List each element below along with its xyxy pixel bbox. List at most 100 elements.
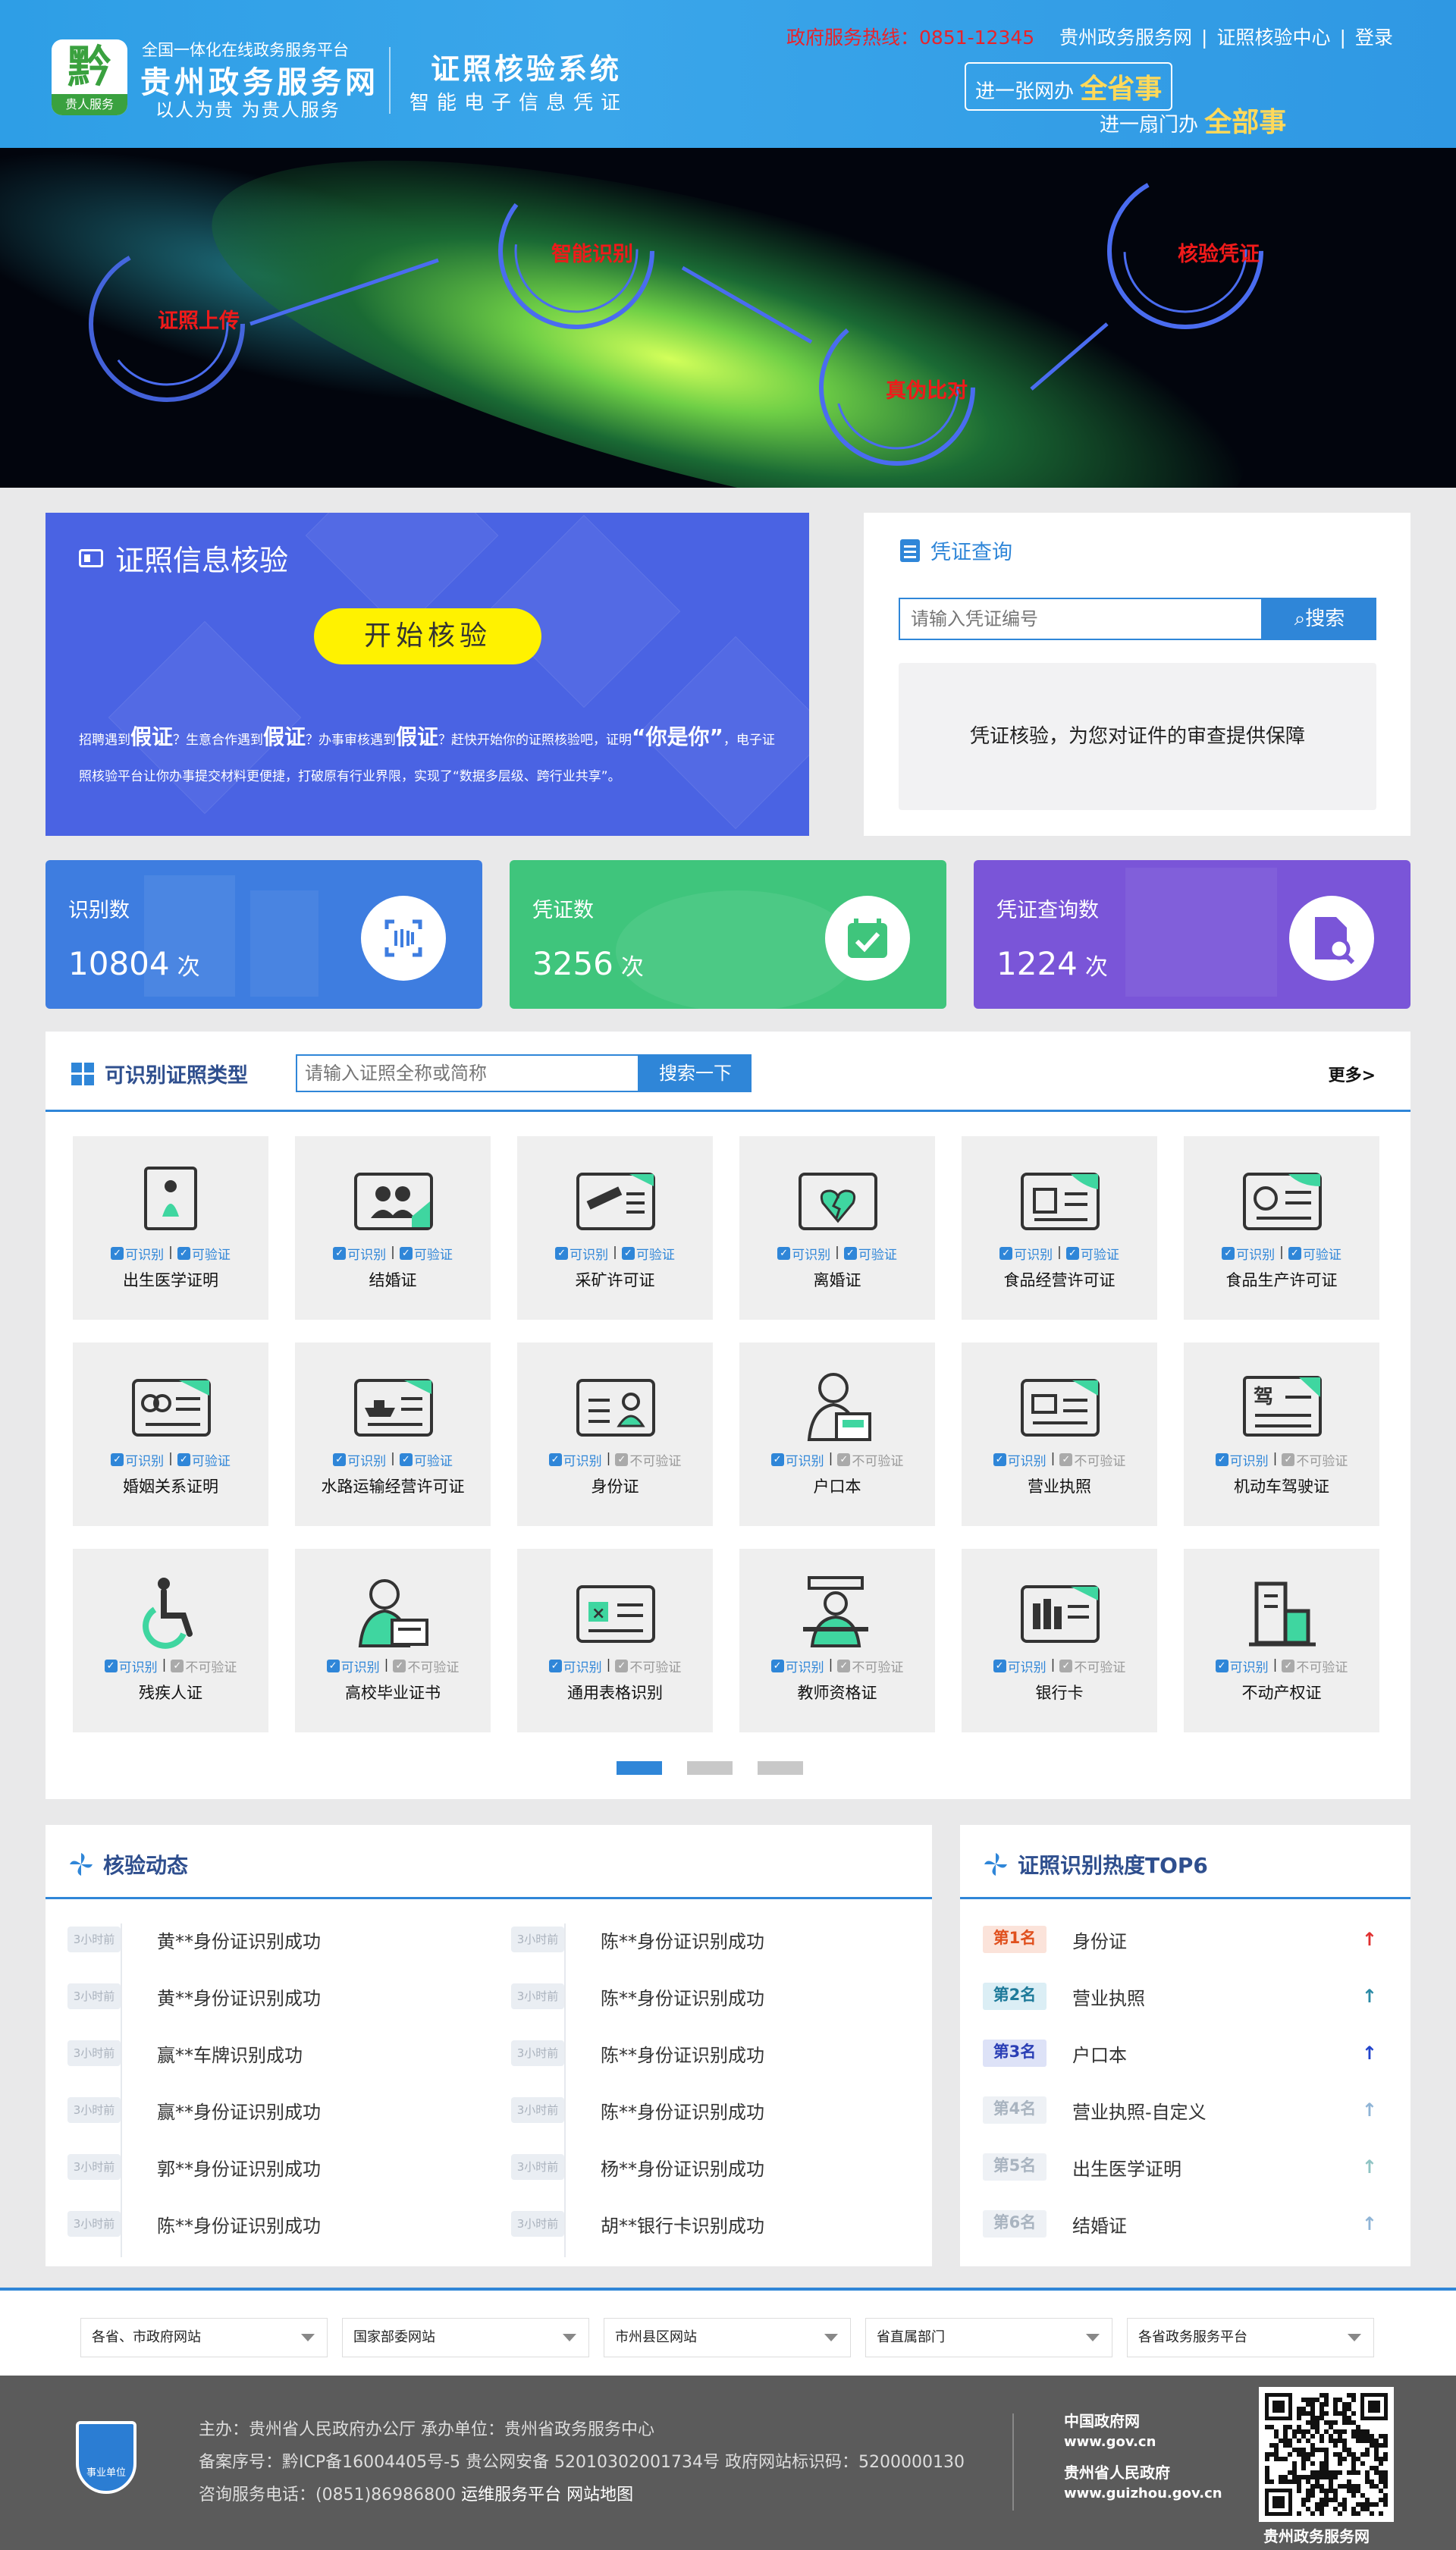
flag-separator: | xyxy=(168,1451,173,1466)
cert-type-card[interactable]: ✓ 可识别 | ✓ 可验证 结婚证 xyxy=(295,1136,491,1320)
flag-label: 可验证 xyxy=(413,1248,453,1263)
rank-badge: 第1名 xyxy=(983,1926,1046,1953)
checkbox-icon: ✓ xyxy=(1215,1453,1228,1466)
carousel-dot[interactable] xyxy=(617,1761,662,1775)
rank-item[interactable]: 第2名 营业执照 ↑ xyxy=(983,1981,1377,2011)
table-icon: × xyxy=(576,1585,655,1643)
cert-type-card[interactable]: ✓ 可识别 | ✓ 不可验证 身份证 xyxy=(517,1343,713,1526)
id-card-icon xyxy=(79,548,103,567)
cert-types-panel: 可识别证照类型 搜索一下 更多> ✓可识别|✓可验证出生医学证明✓可识别|✓可验… xyxy=(46,1032,1410,1799)
cert-type-card[interactable]: × ✓ 可识别 | ✓ 不可验证 通用表格识别 xyxy=(517,1549,713,1732)
link-verify-center[interactable]: 证照核验中心 xyxy=(1216,27,1330,49)
cert-type-search-input[interactable] xyxy=(296,1054,639,1092)
credential-search-button[interactable]: ⌕搜索 xyxy=(1263,598,1376,640)
feed-item: 3小时前 陈**身份证识别成功 xyxy=(511,1924,764,1955)
rank-item[interactable]: 第3名 户口本 ↑ xyxy=(983,2038,1377,2068)
flag-separator: | xyxy=(835,1245,839,1260)
cert-type-card[interactable]: ✓ 可识别 | ✓ 不可验证 教师资格证 xyxy=(739,1549,935,1732)
checkbox-icon: ✓ xyxy=(393,1660,406,1672)
flag-separator: | xyxy=(1057,1245,1062,1260)
flag-separator: | xyxy=(613,1245,617,1260)
cert-type-card[interactable]: ✓ 可识别 | ✓ 可验证 离婚证 xyxy=(739,1136,935,1320)
start-verify-button[interactable]: 开始核验 xyxy=(314,608,541,664)
cert-type-card[interactable]: ✓ 可识别 | ✓ 可验证 水路运输经营许可证 xyxy=(295,1343,491,1526)
flag-separator: | xyxy=(1272,1657,1278,1672)
gov-cn-link[interactable]: 中国政府网 www.gov.cn xyxy=(1064,2410,1156,2453)
select-county-sites[interactable]: 市州县区网站 xyxy=(604,2318,851,2357)
feed-item: 3小时前 陈**身份证识别成功 xyxy=(511,2038,764,2068)
rank-item[interactable]: 第6名 结婚证 ↑ xyxy=(983,2209,1377,2239)
footer-link-bar: 各省、市政府网站 国家部委网站 市州县区网站 省直属部门 各省政务服务平台 xyxy=(0,2288,1456,2376)
ship-icon xyxy=(354,1379,433,1437)
credential-number-input[interactable] xyxy=(899,598,1263,640)
cert-capability-flags: ✓ 可识别 | ✓ 不可验证 xyxy=(962,1657,1157,1675)
rank-item[interactable]: 第1名 身份证 ↑ xyxy=(983,1924,1377,1955)
cert-type-card[interactable]: ✓ 可识别 | ✓ 不可验证 户口本 xyxy=(739,1343,935,1526)
svg-text:驾: 驾 xyxy=(1254,1386,1273,1408)
flag-separator: | xyxy=(606,1451,611,1466)
cert-capability-flags: ✓ 可识别 | ✓ 不可验证 xyxy=(739,1657,935,1675)
cert-type-card[interactable]: ✓ 可识别 | ✓ 可验证 出生医学证明 xyxy=(73,1136,268,1320)
sitemap-link[interactable]: 网站地图 xyxy=(566,2486,633,2504)
verify-description: 招聘遇到假证？生意合作遇到假证？办事审核遇到假证？赶快开始你的证照核验吧，证明“… xyxy=(79,724,775,784)
checkbox-icon: ✓ xyxy=(1282,1453,1295,1466)
verify-panel: 证照信息核验 开始核验 招聘遇到假证？生意合作遇到假证？办事审核遇到假证？赶快开… xyxy=(46,513,809,836)
verifiable-flag: ✓ 不可验证 xyxy=(615,1657,681,1675)
logo-label: 贵人服务 xyxy=(52,94,127,115)
cert-type-card[interactable]: ✓ 可识别 | ✓ 不可验证 残疾人证 xyxy=(73,1549,268,1732)
stat-label: 凭证数 xyxy=(532,899,594,922)
cert-type-card[interactable]: ✓ 可识别 | ✓ 可验证 食品生产许可证 xyxy=(1184,1136,1379,1320)
cert-type-card[interactable]: ✓ 可识别 | ✓ 不可验证 高校毕业证书 xyxy=(295,1549,491,1732)
cert-capability-flags: ✓ 可识别 | ✓ 可验证 xyxy=(295,1244,491,1263)
pinwheel-icon xyxy=(984,1853,1007,1876)
time-tag: 3小时前 xyxy=(511,2097,564,2123)
cert-type-card[interactable]: 驾 ✓ 可识别 | ✓ 不可验证 机动车驾驶证 xyxy=(1184,1343,1379,1526)
checkbox-icon: ✓ xyxy=(548,1660,562,1672)
select-provincial-platforms[interactable]: 各省政务服务平台 xyxy=(1127,2318,1374,2357)
cert-type-card[interactable]: ✓ 可识别 | ✓ 不可验证 营业执照 xyxy=(962,1343,1157,1526)
select-provincial-departments[interactable]: 省直属部门 xyxy=(865,2318,1112,2357)
flag-label: 可验证 xyxy=(1080,1248,1119,1263)
checkbox-icon: ✓ xyxy=(1222,1247,1235,1260)
footer-host: 主办：贵州省人民政府办公厅 承办单位：贵州省政务服务中心 xyxy=(199,2420,654,2439)
time-tag: 3小时前 xyxy=(511,2154,564,2180)
check-icon xyxy=(825,896,910,981)
flag-label: 不可验证 xyxy=(1296,1660,1348,1675)
flag-separator: | xyxy=(1050,1657,1056,1672)
cert-type-card[interactable]: ✓ 可识别 | ✓ 可验证 食品经营许可证 xyxy=(962,1136,1157,1320)
cert-type-card[interactable]: ✓ 可识别 | ✓ 可验证 采矿许可证 xyxy=(517,1136,713,1320)
carousel-dot[interactable] xyxy=(687,1761,733,1775)
trend-up-icon: ↑ xyxy=(1361,1929,1377,1950)
carousel-dot[interactable] xyxy=(758,1761,803,1775)
disabled-icon xyxy=(143,1578,193,1649)
feed-item: 3小时前 陈**身份证识别成功 xyxy=(511,1981,764,2011)
time-tag: 3小时前 xyxy=(67,2040,121,2066)
link-gz-gov-service[interactable]: 贵州政务服务网 xyxy=(1059,27,1192,49)
recognizable-flag: ✓ 可识别 xyxy=(770,1450,824,1469)
select-ministry-sites[interactable]: 国家部委网站 xyxy=(342,2318,589,2357)
cert-type-name: 婚姻关系证明 xyxy=(123,1478,218,1496)
checkbox-icon: ✓ xyxy=(326,1660,340,1672)
more-link[interactable]: 更多> xyxy=(1329,1062,1376,1086)
institution-badge[interactable]: 事业单位 xyxy=(76,2421,136,2494)
flag-label: 不可验证 xyxy=(629,1660,682,1675)
cert-type-card[interactable]: ✓ 可识别 | ✓ 可验证 婚姻关系证明 xyxy=(73,1343,268,1526)
feed-text: 黄**身份证识别成功 xyxy=(157,1930,321,1952)
recognizable-flag: ✓ 可识别 xyxy=(555,1244,608,1263)
guizhou-gov-link[interactable]: 贵州省人民政府 www.guizhou.gov.cn xyxy=(1064,2462,1222,2504)
grid-icon xyxy=(71,1062,94,1085)
rank-item[interactable]: 第5名 出生医学证明 ↑ xyxy=(983,2152,1377,2182)
cert-type-card[interactable]: ✓ 可识别 | ✓ 不可验证 银行卡 xyxy=(962,1549,1157,1732)
cert-type-card[interactable]: ✓ 可识别 | ✓ 不可验证 不动产权证 xyxy=(1184,1549,1379,1732)
time-tag: 3小时前 xyxy=(67,1983,121,2009)
cert-capability-flags: ✓ 可识别 | ✓ 可验证 xyxy=(739,1244,935,1263)
system-subtitle: 智能电子信息凭证 xyxy=(410,92,629,115)
select-province-city-sites[interactable]: 各省、市政府网站 xyxy=(80,2318,328,2357)
cert-type-search-button[interactable]: 搜索一下 xyxy=(639,1054,752,1092)
ops-platform-link[interactable]: 运维服务平台 xyxy=(461,2486,561,2504)
rank-item[interactable]: 第4名 营业执照-自定义 ↑ xyxy=(983,2095,1377,2125)
login-link[interactable]: 登录 xyxy=(1355,27,1393,49)
verifiable-flag: ✓ 不可验证 xyxy=(837,1450,903,1469)
site-logo[interactable]: 黔 贵人服务 xyxy=(52,39,127,115)
search-icon: ⌕ xyxy=(1294,608,1306,630)
